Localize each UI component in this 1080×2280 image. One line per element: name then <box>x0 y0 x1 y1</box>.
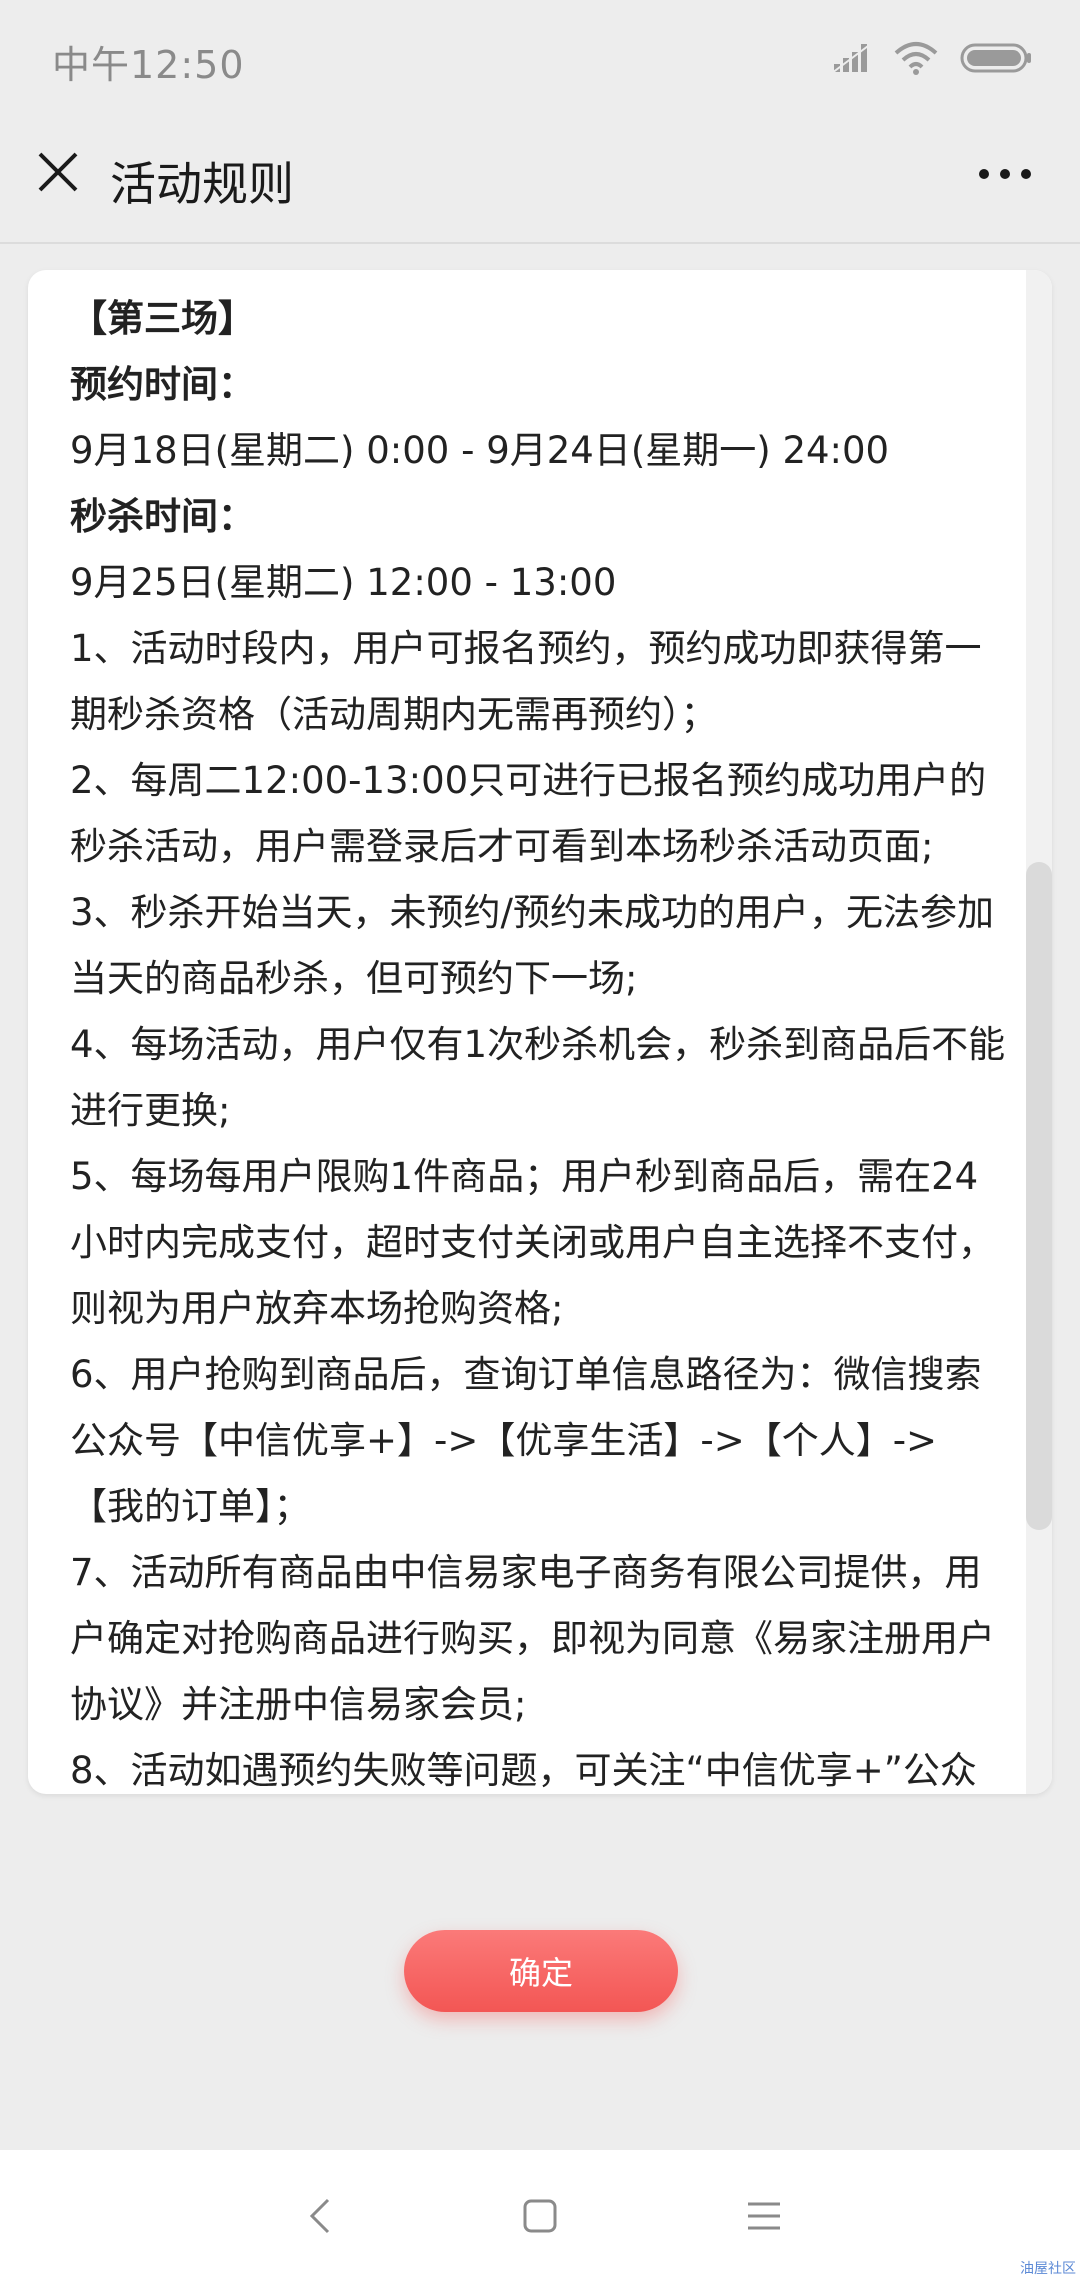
session-title: 【第三场】 <box>70 297 255 340</box>
status-bar: 中午12:50 <box>0 0 1080 120</box>
rule-item-4: 4、每场活动，用户仅有1次秒杀机会，秒杀到商品后不能进行更换; <box>70 1023 1006 1132</box>
close-icon <box>36 150 80 198</box>
rule-item-5: 5、每场每用户限购1件商品；用户秒到商品后，需在24小时内完成支付，超时支付关闭… <box>70 1155 995 1330</box>
home-button[interactable] <box>510 2188 570 2248</box>
page-title: 活动规则 <box>110 157 294 211</box>
reservation-label: 预约时间： <box>70 363 255 406</box>
reservation-time: 9月18日(星期二) 0:00 - 9月24日(星期一) 24:00 <box>70 429 890 472</box>
status-icons <box>831 40 1032 80</box>
menu-icon <box>746 2200 782 2236</box>
back-button[interactable] <box>290 2188 350 2248</box>
scrollbar-track[interactable] <box>1026 270 1052 1794</box>
wifi-icon <box>894 41 938 79</box>
back-icon <box>308 2196 332 2240</box>
more-icon <box>977 166 1033 185</box>
rule-item-8: 8、活动如遇预约失败等问题，可关注“中信优享+”公众 <box>70 1749 977 1792</box>
rule-item-2: 2、每周二12:00-13:00只可进行已报名预约成功用户的秒杀活动，用户需登录… <box>70 759 987 868</box>
signal-icon <box>831 42 873 78</box>
rule-item-1: 1、活动时段内，用户可报名预约，预约成功即获得第一期秒杀资格（活动周期内无需再预… <box>70 627 982 736</box>
rule-item-6: 6、用户抢购到商品后，查询订单信息路径为：微信搜索公众号【中信优享+】->【优享… <box>70 1353 982 1528</box>
rule-item-7: 7、活动所有商品由中信易家电子商务有限公司提供，用户确定对抢购商品进行购买，即视… <box>70 1551 995 1726</box>
close-button[interactable] <box>28 144 88 204</box>
menu-button[interactable] <box>734 2188 794 2248</box>
more-button[interactable] <box>970 150 1040 200</box>
nav-bar: 活动规则 <box>0 120 1080 244</box>
home-icon <box>522 2198 558 2238</box>
battery-icon <box>960 41 1032 79</box>
watermark: 油屋社区 <box>1020 2261 1076 2277</box>
scrollbar-thumb[interactable] <box>1026 862 1052 1530</box>
rules-content: 【第三场】 预约时间： 9月18日(星期二) 0:00 - 9月24日(星期一)… <box>70 286 1010 1794</box>
system-nav-bar: 油屋社区 <box>0 2150 1080 2280</box>
status-time: 中午12:50 <box>52 43 245 87</box>
confirm-button[interactable]: 确定 <box>404 1930 678 2012</box>
rules-card[interactable]: 【第三场】 预约时间： 9月18日(星期二) 0:00 - 9月24日(星期一)… <box>28 270 1052 1794</box>
flash-sale-time: 9月25日(星期二) 12:00 - 13:00 <box>70 561 617 604</box>
flash-sale-label: 秒杀时间： <box>70 495 255 538</box>
rule-item-3: 3、秒杀开始当天，未预约/预约未成功的用户，无法参加当天的商品秒杀，但可预约下一… <box>70 891 995 1000</box>
